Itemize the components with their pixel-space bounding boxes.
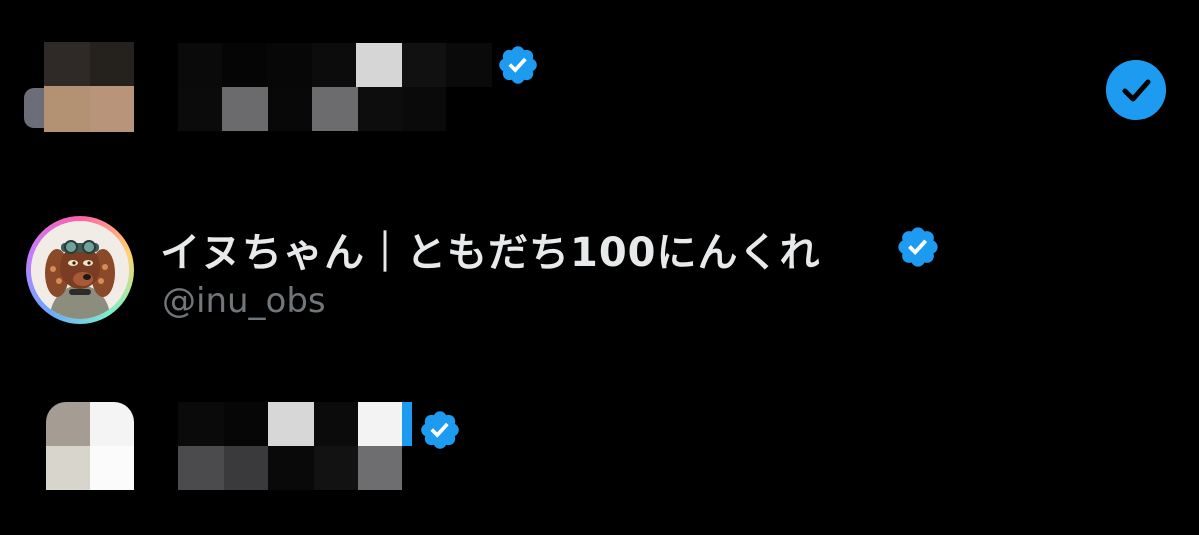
user-handle: @inu_obs bbox=[162, 281, 326, 321]
selected-check-icon bbox=[1106, 60, 1166, 120]
verified-badge-icon bbox=[898, 227, 938, 267]
account-row-1[interactable] bbox=[0, 0, 1199, 170]
avatar bbox=[26, 216, 134, 324]
dog-cartoon-avatar-icon bbox=[31, 221, 129, 319]
account-switcher: イヌちゃん｜ともだち100にんくれ @inu_obs bbox=[0, 0, 1199, 535]
display-name: イヌちゃん｜ともだち100にんくれ bbox=[160, 230, 821, 276]
verified-badge-icon bbox=[421, 411, 459, 449]
verified-badge-icon bbox=[499, 46, 537, 84]
